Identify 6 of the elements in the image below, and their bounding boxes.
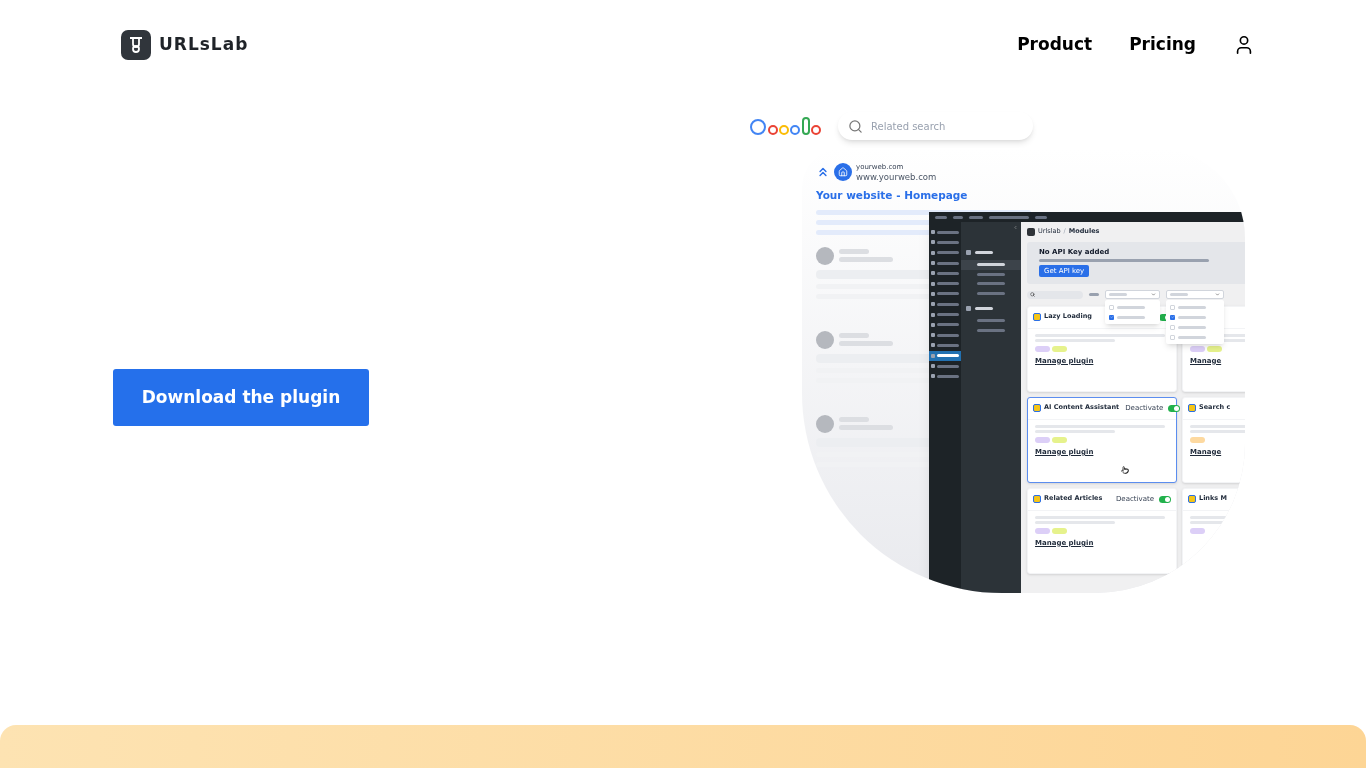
logo-text[interactable]: URLsLab xyxy=(159,32,249,58)
result-title[interactable]: Your website - Homepage xyxy=(816,188,1245,204)
nav-link[interactable]: Product xyxy=(1017,32,1093,58)
site-url: www.yourweb.com xyxy=(856,172,937,182)
download-button[interactable]: Download the plugin xyxy=(113,369,369,426)
nav-link[interactable]: Pricing xyxy=(1129,32,1196,58)
